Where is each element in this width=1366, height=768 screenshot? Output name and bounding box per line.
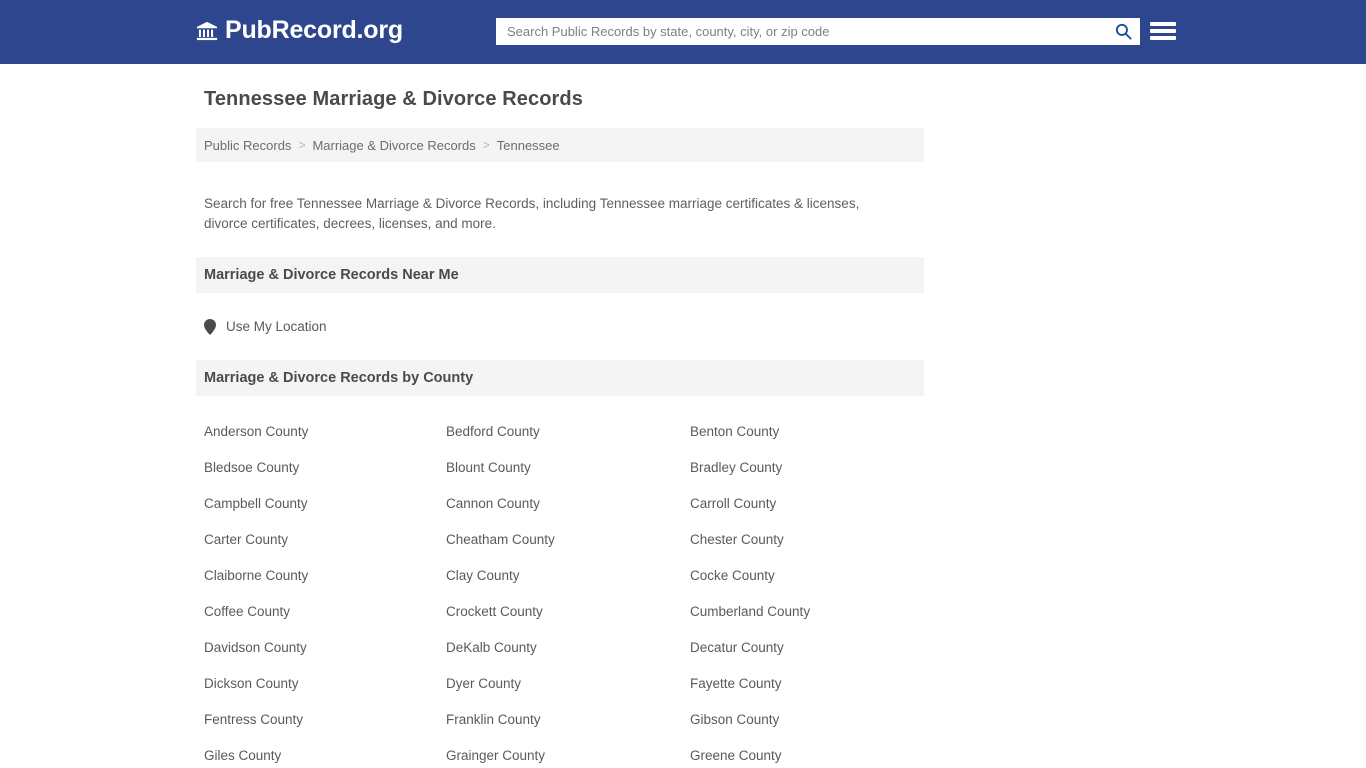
county-link[interactable]: Dyer County bbox=[446, 666, 690, 702]
bank-icon bbox=[196, 20, 218, 42]
county-link[interactable]: Franklin County bbox=[446, 702, 690, 738]
county-link[interactable]: Fentress County bbox=[204, 702, 446, 738]
hamburger-menu-icon-bar bbox=[1150, 22, 1176, 26]
hamburger-menu-icon-bar bbox=[1150, 36, 1176, 40]
page-title: Tennessee Marriage & Divorce Records bbox=[204, 88, 583, 110]
county-link[interactable]: Bledsoe County bbox=[204, 450, 446, 486]
county-link[interactable]: Grainger County bbox=[446, 738, 690, 768]
county-link[interactable]: Cannon County bbox=[446, 486, 690, 522]
breadcrumb-item-tennessee: Tennessee bbox=[496, 137, 560, 153]
county-link[interactable]: Blount County bbox=[446, 450, 690, 486]
county-link[interactable]: Giles County bbox=[204, 738, 446, 768]
breadcrumb-item-marriage-divorce-records[interactable]: Marriage & Divorce Records bbox=[312, 138, 475, 153]
county-link[interactable]: Dickson County bbox=[204, 666, 446, 702]
search-bar bbox=[496, 18, 1140, 45]
search-input[interactable] bbox=[496, 18, 1106, 45]
county-link[interactable]: Crockett County bbox=[446, 594, 690, 630]
section-heading-by-county: Marriage & Divorce Records by County bbox=[196, 359, 924, 396]
county-link[interactable]: Clay County bbox=[446, 558, 690, 594]
section-heading-near-me: Marriage & Divorce Records Near Me bbox=[196, 256, 924, 293]
county-link[interactable]: Carter County bbox=[204, 522, 446, 558]
hamburger-menu-icon-bar bbox=[1150, 29, 1176, 33]
hamburger-menu-button[interactable] bbox=[1150, 20, 1176, 42]
county-list: Anderson County Bedford County Benton Coun… bbox=[196, 396, 924, 768]
breadcrumb-item-public-records[interactable]: Public Records bbox=[204, 138, 291, 153]
map-pin-icon bbox=[204, 318, 216, 335]
site-header: PubRecord.org bbox=[0, 0, 1366, 64]
page-content: Tennessee Marriage & Divorce Records Pub… bbox=[0, 64, 1366, 768]
search-icon bbox=[1114, 22, 1133, 41]
site-logo-link[interactable]: PubRecord.org bbox=[196, 18, 403, 43]
county-link[interactable]: Fayette County bbox=[690, 666, 932, 702]
breadcrumb-separator: > bbox=[482, 138, 490, 152]
county-link[interactable]: DeKalb County bbox=[446, 630, 690, 666]
breadcrumb: Public Records > Marriage & Divorce Reco… bbox=[196, 128, 924, 162]
county-link[interactable]: Cocke County bbox=[690, 558, 932, 594]
breadcrumb-separator: > bbox=[298, 138, 306, 152]
county-link[interactable]: Claiborne County bbox=[204, 558, 446, 594]
county-link[interactable]: Anderson County bbox=[204, 414, 446, 450]
county-link[interactable]: Campbell County bbox=[204, 486, 446, 522]
county-link[interactable]: Decatur County bbox=[690, 630, 932, 666]
county-link[interactable]: Gibson County bbox=[690, 702, 932, 738]
county-link[interactable]: Davidson County bbox=[204, 630, 446, 666]
search-button[interactable] bbox=[1106, 18, 1140, 45]
use-my-location-link[interactable]: Use My Location bbox=[226, 319, 327, 334]
county-link[interactable]: Bradley County bbox=[690, 450, 932, 486]
county-link[interactable]: Carroll County bbox=[690, 486, 932, 522]
page-description: Search for free Tennessee Marriage & Div… bbox=[204, 195, 860, 231]
county-link[interactable]: Cheatham County bbox=[446, 522, 690, 558]
county-link[interactable]: Benton County bbox=[690, 414, 932, 450]
county-link[interactable]: Chester County bbox=[690, 522, 932, 558]
county-link[interactable]: Greene County bbox=[690, 738, 932, 768]
site-logo-text: PubRecord.org bbox=[225, 16, 403, 44]
county-link[interactable]: Bedford County bbox=[446, 414, 690, 450]
use-my-location-row: Use My Location bbox=[196, 293, 924, 337]
county-link[interactable]: Cumberland County bbox=[690, 594, 932, 630]
county-link[interactable]: Coffee County bbox=[204, 594, 446, 630]
